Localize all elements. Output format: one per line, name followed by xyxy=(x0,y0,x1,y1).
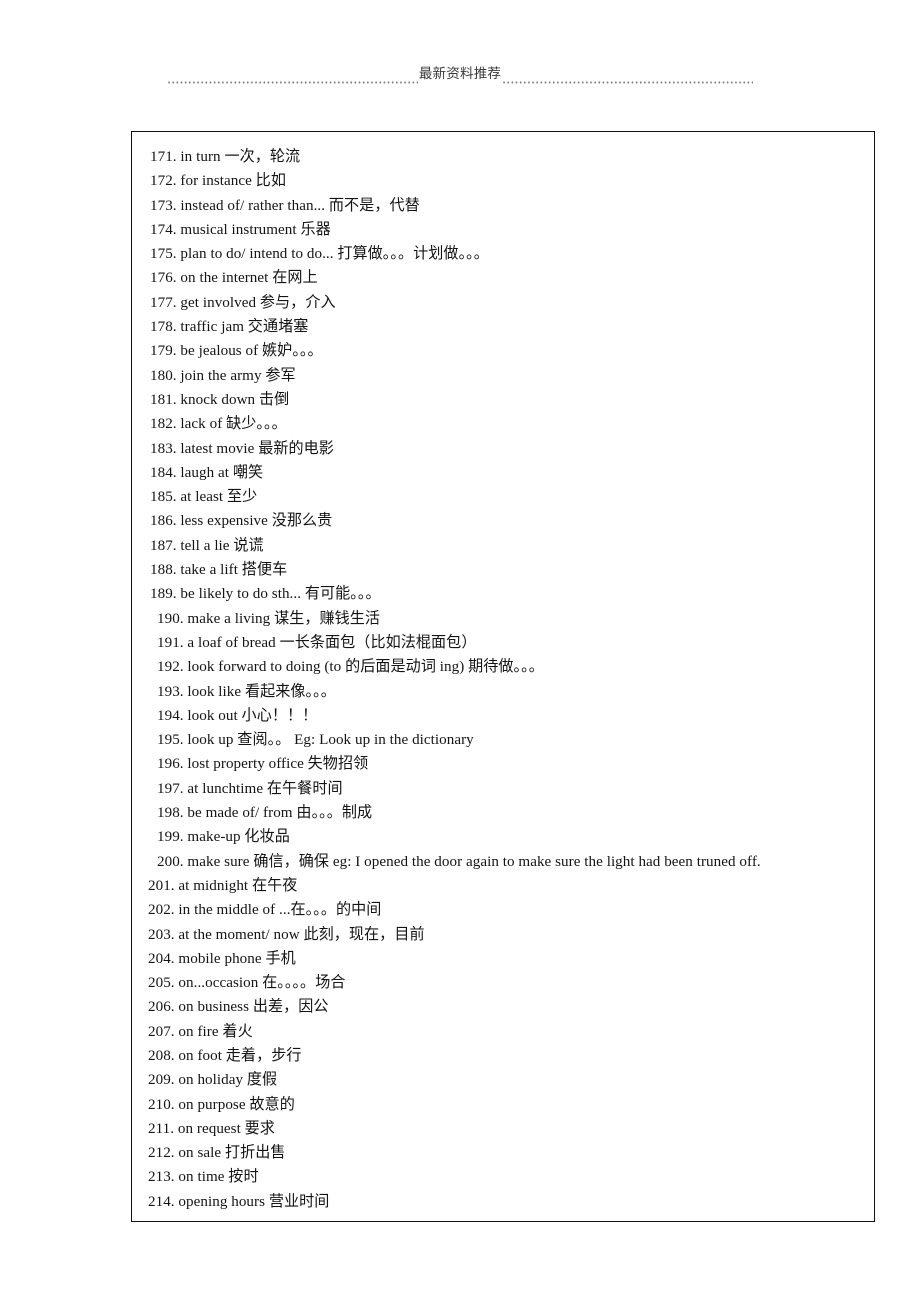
vocabulary-entry: 192. look forward to doing (to 的后面是动词 in… xyxy=(157,659,544,676)
vocabulary-entry: 212. on sale 打折出售 xyxy=(148,1145,286,1162)
vocabulary-entry: 176. on the internet 在网上 xyxy=(150,270,318,287)
vocabulary-entry: 171. in turn 一次，轮流 xyxy=(150,149,301,165)
dot-leader-left-icon xyxy=(167,72,418,84)
vocabulary-entry: 198. be made of/ from 由。。。制成 xyxy=(157,805,373,822)
vocabulary-entry: 196. lost property office 失物招领 xyxy=(157,756,369,773)
vocabulary-entry: 190. make a living 谋生，赚钱生活 xyxy=(157,610,381,627)
vocabulary-entry: 177. get involved 参与，介入 xyxy=(150,294,336,311)
vocabulary-entry: 209. on holiday 度假 xyxy=(148,1072,278,1089)
vocabulary-entry: 195. look up 查阅。。 Eg: Look up in the dic… xyxy=(157,732,474,749)
vocabulary-entry: 179. be jealous of 嫉妒。。。 xyxy=(150,343,323,360)
vocabulary-entry: 178. traffic jam 交通堵塞 xyxy=(150,319,309,336)
vocabulary-entry: 191. a loaf of bread 一长条面包（比如法棍面包） xyxy=(157,634,477,651)
content-frame: 171. in turn 一次，轮流 172. for instance 比如 17… xyxy=(131,131,875,1222)
vocabulary-entry: 185. at least 至少 xyxy=(150,489,258,506)
vocabulary-entry: 208. on foot 走着，步行 xyxy=(148,1047,302,1064)
vocabulary-entry: 197. at lunchtime 在午餐时间 xyxy=(157,780,343,797)
vocabulary-entry: 202. in the middle of ...在。。。的中间 xyxy=(148,902,382,919)
vocabulary-entry: 184. laugh at 嘲笑 xyxy=(150,464,264,481)
vocabulary-entry: 181. knock down 击倒 xyxy=(150,391,290,408)
vocabulary-entry: 186. less expensive 没那么贵 xyxy=(150,513,333,530)
header-title: 最新资料推荐 xyxy=(418,66,502,83)
vocabulary-entry: 200. make sure 确信，确保 eg: I opened the do… xyxy=(157,853,761,870)
vocabulary-entry-list: 171. in turn 一次，轮流 172. for instance 比如 17… xyxy=(132,132,874,1214)
vocabulary-entry: 188. take a lift 搭便车 xyxy=(150,562,288,579)
vocabulary-entry: 201. at midnight 在午夜 xyxy=(148,877,298,894)
vocabulary-entry: 173. instead of/ rather than... 而不是，代替 xyxy=(150,197,420,214)
vocabulary-entry: 203. at the moment/ now 此刻，现在，目前 xyxy=(148,926,425,943)
vocabulary-entry: 205. on...occasion 在。。。。场合 xyxy=(148,975,346,992)
vocabulary-entry: 183. latest movie 最新的电影 xyxy=(150,440,334,457)
vocabulary-entry: 207. on fire 着火 xyxy=(148,1023,253,1040)
vocabulary-entry: 187. tell a lie 说谎 xyxy=(150,537,264,554)
page-running-header: 最新资料推荐 xyxy=(0,62,920,88)
vocabulary-entry: 211. on request 要求 xyxy=(148,1120,275,1137)
vocabulary-entry: 210. on purpose 故意的 xyxy=(148,1096,295,1113)
vocabulary-entry: 193. look like 看起来像。。。 xyxy=(157,683,336,700)
vocabulary-entry: 175. plan to do/ intend to do... 打算做。。。计… xyxy=(150,246,489,263)
vocabulary-entry: 172. for instance 比如 xyxy=(150,173,286,190)
vocabulary-entry: 180. join the army 参军 xyxy=(150,367,296,384)
vocabulary-entry: 206. on business 出差，因公 xyxy=(148,999,329,1016)
vocabulary-entry: 213. on time 按时 xyxy=(148,1169,259,1186)
vocabulary-entry: 174. musical instrument 乐器 xyxy=(150,221,331,238)
vocabulary-entry: 214. opening hours 营业时间 xyxy=(148,1193,330,1210)
vocabulary-entry: 182. lack of 缺少。。。 xyxy=(150,416,287,433)
header-inner: 最新资料推荐 xyxy=(167,66,754,84)
vocabulary-entry: 199. make-up 化妆品 xyxy=(157,829,290,846)
vocabulary-entry: 204. mobile phone 手机 xyxy=(148,950,296,967)
vocabulary-entry: 194. look out 小心！！！ xyxy=(157,707,318,724)
vocabulary-entry: 189. be likely to do sth... 有可能。。。 xyxy=(150,586,381,603)
dot-leader-right-icon xyxy=(502,72,754,84)
